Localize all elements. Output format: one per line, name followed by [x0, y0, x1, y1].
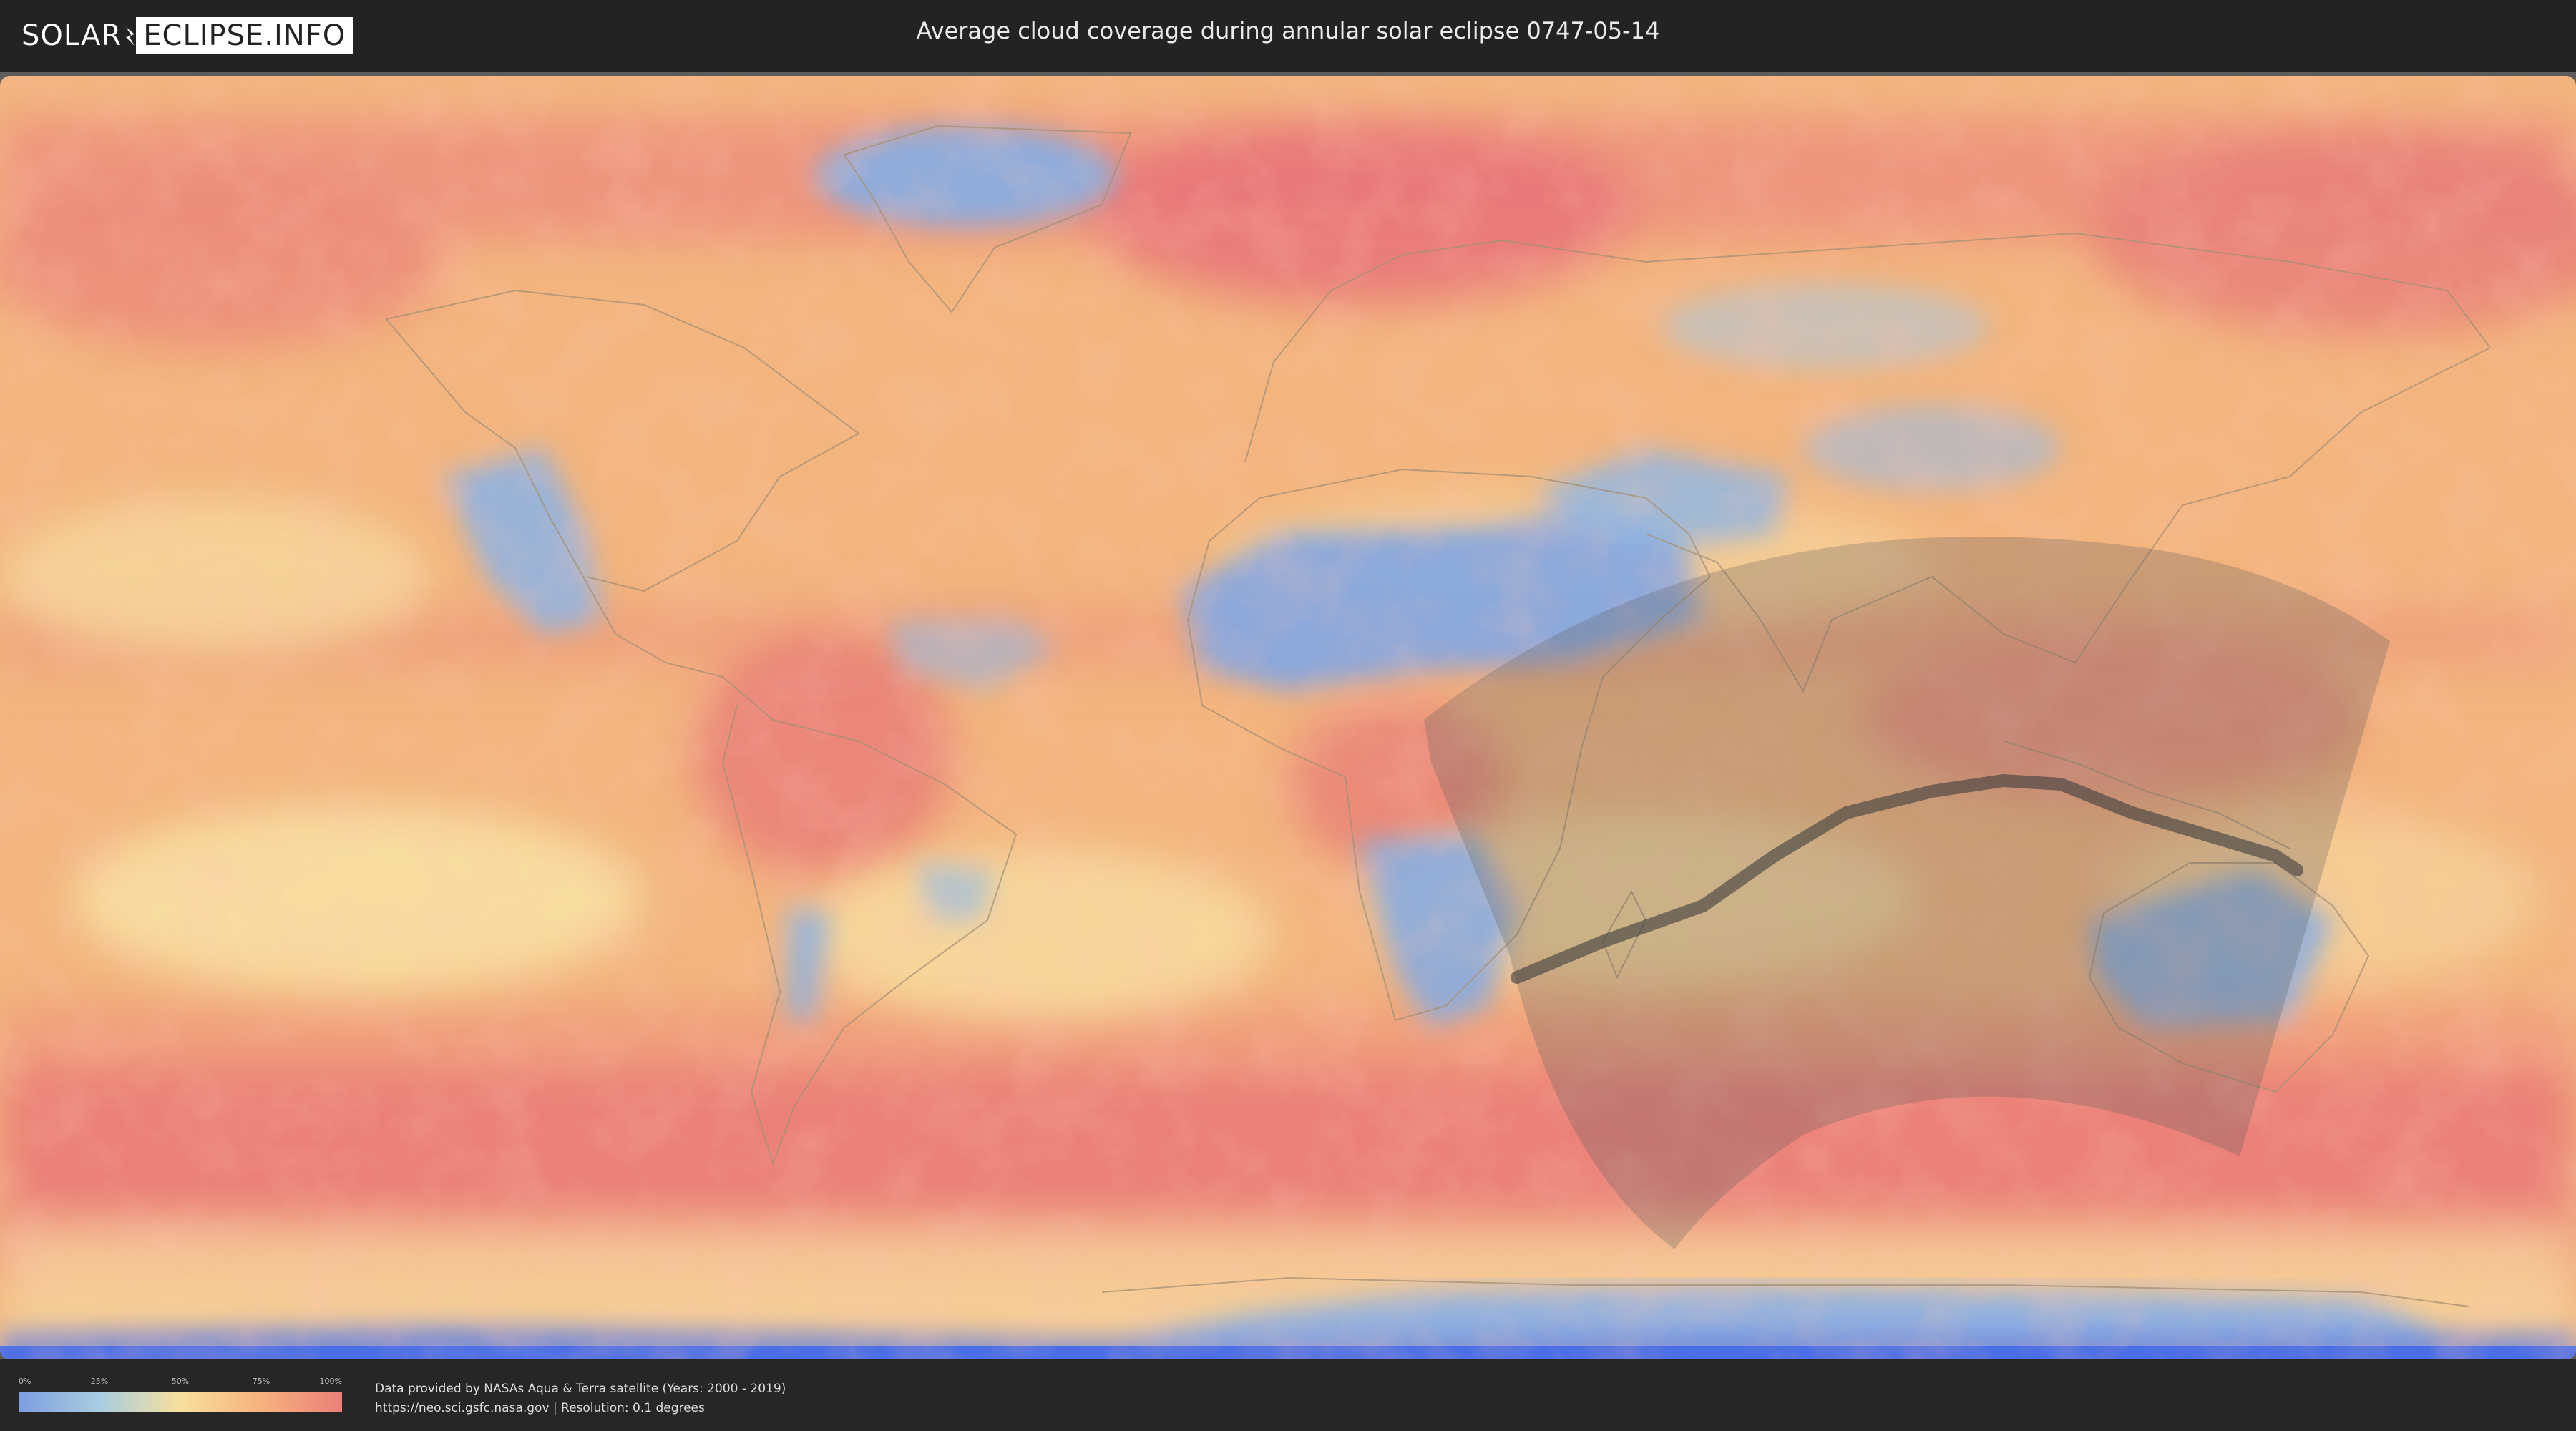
data-credits: Data provided by NASAs Aqua & Terra sate… — [375, 1379, 786, 1418]
cloud-coverage-map[interactable] — [0, 76, 2576, 1359]
credit-line-source: Data provided by NASAs Aqua & Terra sate… — [375, 1382, 786, 1396]
credit-line-url[interactable]: https://neo.sci.gsfc.nasa.gov | Resoluti… — [375, 1399, 786, 1418]
cloud-coverage-legend: 0% 25% 50% 75% 100% — [19, 1377, 342, 1412]
legend-tick: 50% — [171, 1377, 190, 1386]
cloud-layer — [0, 76, 2576, 1359]
legend-tick: 100% — [319, 1377, 342, 1386]
legend-ticks: 0% 25% 50% 75% 100% — [19, 1377, 342, 1388]
legend-tick: 75% — [252, 1377, 270, 1386]
legend-color-bar — [19, 1392, 342, 1412]
legend-tick: 25% — [90, 1377, 109, 1386]
legend-tick: 0% — [19, 1377, 31, 1386]
page-title: Average cloud coverage during annular so… — [916, 17, 1660, 44]
header-bar: SOLAR ECLIPSE.INFO Average cloud coverag… — [0, 0, 2576, 72]
